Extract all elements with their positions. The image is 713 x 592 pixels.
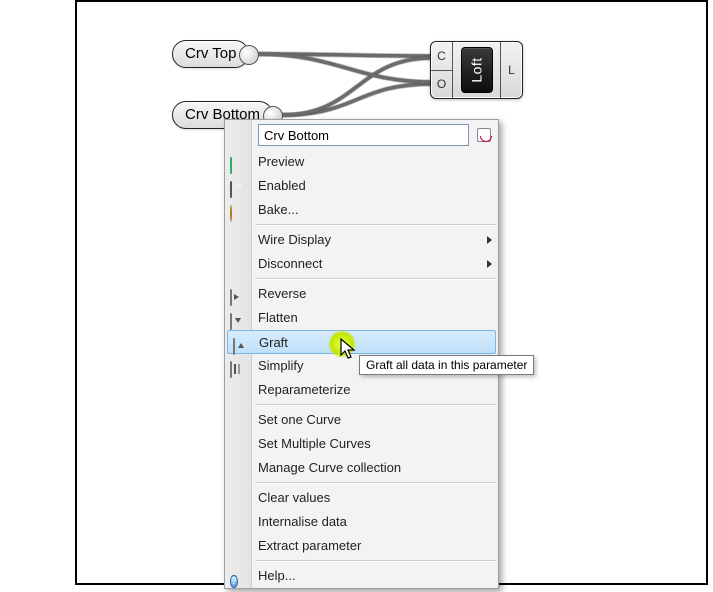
menu-item-label: Enabled <box>258 178 306 193</box>
preview-icon <box>230 154 246 170</box>
simplify-icon <box>230 358 246 374</box>
menu-separator <box>255 224 496 226</box>
menu-item-extract-parameter[interactable]: Extract parameter <box>225 534 498 558</box>
canvas-frame: Crv Top Crv Bottom C O Loft L Pr <box>75 0 708 585</box>
menu-item-label: Manage Curve collection <box>258 460 401 475</box>
param-crv-top[interactable]: Crv Top <box>172 40 249 68</box>
param-name-input[interactable] <box>258 124 469 146</box>
menu-item-enabled[interactable]: Enabled <box>225 174 498 198</box>
menu-title-row <box>225 120 498 150</box>
menu-separator <box>255 404 496 406</box>
help-icon: ? <box>230 568 246 584</box>
menu-item-label: Set Multiple Curves <box>258 436 371 451</box>
menu-item-set-one-curve[interactable]: Set one Curve <box>225 408 498 432</box>
menu-item-set-multiple-curves[interactable]: Set Multiple Curves <box>225 432 498 456</box>
context-menu[interactable]: Preview Enabled Bake... Wire Display Dis… <box>224 119 499 589</box>
enabled-icon <box>230 178 246 194</box>
menu-item-label: Internalise data <box>258 514 347 529</box>
menu-item-graft[interactable]: Graft <box>227 330 496 354</box>
reverse-icon <box>230 286 246 302</box>
menu-item-label: Wire Display <box>258 232 331 247</box>
menu-item-clear-values[interactable]: Clear values <box>225 486 498 510</box>
output-port-l[interactable]: L <box>501 42 522 98</box>
menu-item-internalise[interactable]: Internalise data <box>225 510 498 534</box>
menu-item-label: Flatten <box>258 310 298 325</box>
graft-icon <box>233 335 249 351</box>
menu-separator <box>255 482 496 484</box>
menu-item-label: Set one Curve <box>258 412 341 427</box>
menu-item-label: Simplify <box>258 358 304 373</box>
menu-item-bake[interactable]: Bake... <box>225 198 498 222</box>
menu-item-help[interactable]: ? Help... <box>225 564 498 588</box>
component-chip: Loft <box>461 47 493 93</box>
input-port-o[interactable]: O <box>431 70 452 99</box>
menu-item-manage-collection[interactable]: Manage Curve collection <box>225 456 498 480</box>
menu-item-flatten[interactable]: Flatten <box>225 306 498 330</box>
menu-separator <box>255 560 496 562</box>
tooltip-text: Graft all data in this parameter <box>366 358 527 372</box>
param-output-grip[interactable] <box>239 45 259 65</box>
menu-item-wire-display[interactable]: Wire Display <box>225 228 498 252</box>
input-port-c[interactable]: C <box>431 42 452 70</box>
menu-item-label: Clear values <box>258 490 330 505</box>
menu-item-label: Disconnect <box>258 256 322 271</box>
menu-item-label: Graft <box>259 335 288 350</box>
menu-item-disconnect[interactable]: Disconnect <box>225 252 498 276</box>
menu-item-preview[interactable]: Preview <box>225 150 498 174</box>
flatten-icon <box>230 310 246 326</box>
menu-item-label: Preview <box>258 154 304 169</box>
component-outputs: L <box>500 42 522 98</box>
menu-item-label: Extract parameter <box>258 538 361 553</box>
submenu-arrow-icon <box>487 236 492 244</box>
component-loft[interactable]: C O Loft L <box>430 41 523 99</box>
param-label: Crv Top <box>185 45 236 62</box>
menu-item-reparameterize[interactable]: Reparameterize <box>225 378 498 402</box>
menu-item-label: Help... <box>258 568 296 583</box>
menu-separator <box>255 278 496 280</box>
menu-item-label: Reverse <box>258 286 306 301</box>
menu-item-label: Reparameterize <box>258 382 351 397</box>
curve-type-icon <box>475 126 493 144</box>
component-body: Loft <box>453 42 500 98</box>
submenu-arrow-icon <box>487 260 492 268</box>
bake-icon <box>230 202 246 218</box>
component-name: Loft <box>468 57 484 82</box>
tooltip: Graft all data in this parameter <box>359 355 534 375</box>
menu-item-label: Bake... <box>258 202 298 217</box>
component-inputs: C O <box>431 42 453 98</box>
menu-item-reverse[interactable]: Reverse <box>225 282 498 306</box>
